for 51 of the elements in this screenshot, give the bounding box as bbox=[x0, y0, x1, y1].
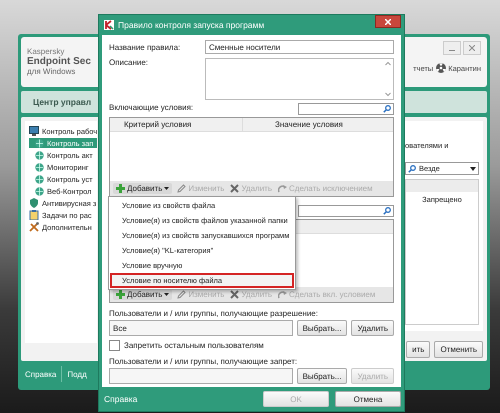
field-label: Включающие условия: bbox=[109, 103, 194, 112]
plus-icon bbox=[116, 290, 125, 299]
field-label: Пользователи и / или группы, получающие разрешение: bbox=[109, 309, 319, 318]
description-field[interactable] bbox=[205, 58, 394, 100]
field-label: Описание: bbox=[109, 58, 150, 67]
window-title: Правило контроля запуска программ bbox=[118, 20, 264, 30]
app-logo-icon bbox=[104, 20, 114, 30]
cross-icon bbox=[230, 184, 240, 194]
caret-icon bbox=[164, 187, 170, 190]
monitor-icon bbox=[29, 126, 39, 136]
pencil-icon bbox=[177, 290, 186, 299]
name-field[interactable]: Сменные носители bbox=[205, 40, 394, 54]
search-icon bbox=[408, 164, 416, 172]
action-button[interactable]: ить bbox=[406, 341, 430, 358]
column-header[interactable]: Значение условия bbox=[242, 118, 393, 131]
radiation-icon bbox=[436, 63, 446, 73]
cross-icon bbox=[230, 290, 240, 299]
logo-text: Kaspersky bbox=[27, 47, 66, 56]
table-header bbox=[406, 180, 478, 192]
close-icon bbox=[469, 45, 475, 51]
clipboard-icon bbox=[29, 210, 39, 220]
caret-icon bbox=[470, 166, 476, 170]
checkbox[interactable] bbox=[109, 340, 120, 351]
search-icon bbox=[383, 105, 391, 113]
search-field[interactable] bbox=[298, 103, 394, 115]
checkbox-label[interactable]: Запретить остальным пользователям bbox=[124, 341, 264, 350]
action-button[interactable]: Выбрать... bbox=[296, 320, 348, 336]
field-label: Название правила: bbox=[109, 42, 182, 52]
field-label: Пользователи и / или группы, получающие запрет: bbox=[109, 357, 298, 366]
action-button[interactable]: Удалить bbox=[351, 320, 394, 336]
search-field[interactable] bbox=[298, 205, 394, 218]
search-icon bbox=[383, 207, 391, 216]
toolbar-button[interactable]: Добавить bbox=[113, 183, 172, 194]
toolbar-button[interactable]: Добавить bbox=[113, 289, 172, 300]
close-icon bbox=[385, 18, 391, 24]
pencil-icon bbox=[177, 184, 186, 194]
logo-text: для Windows bbox=[27, 67, 76, 76]
users-field[interactable] bbox=[109, 368, 293, 384]
tools-icon bbox=[29, 222, 39, 232]
shield-icon bbox=[29, 198, 39, 208]
column-header[interactable]: Критерий условия bbox=[110, 118, 242, 131]
minimize-button[interactable] bbox=[443, 41, 461, 55]
action-button[interactable]: Отменить bbox=[434, 341, 483, 358]
action-button[interactable]: Выбрать... bbox=[296, 368, 348, 384]
curved-arrow-icon bbox=[278, 184, 287, 194]
caret-icon bbox=[164, 293, 170, 296]
plus-icon bbox=[116, 184, 125, 194]
close-button[interactable] bbox=[375, 15, 401, 28]
users-field[interactable]: Все bbox=[109, 320, 293, 336]
dialog-button[interactable]: Отмена bbox=[335, 391, 401, 407]
logo-text: Endpoint Sec bbox=[27, 56, 92, 67]
